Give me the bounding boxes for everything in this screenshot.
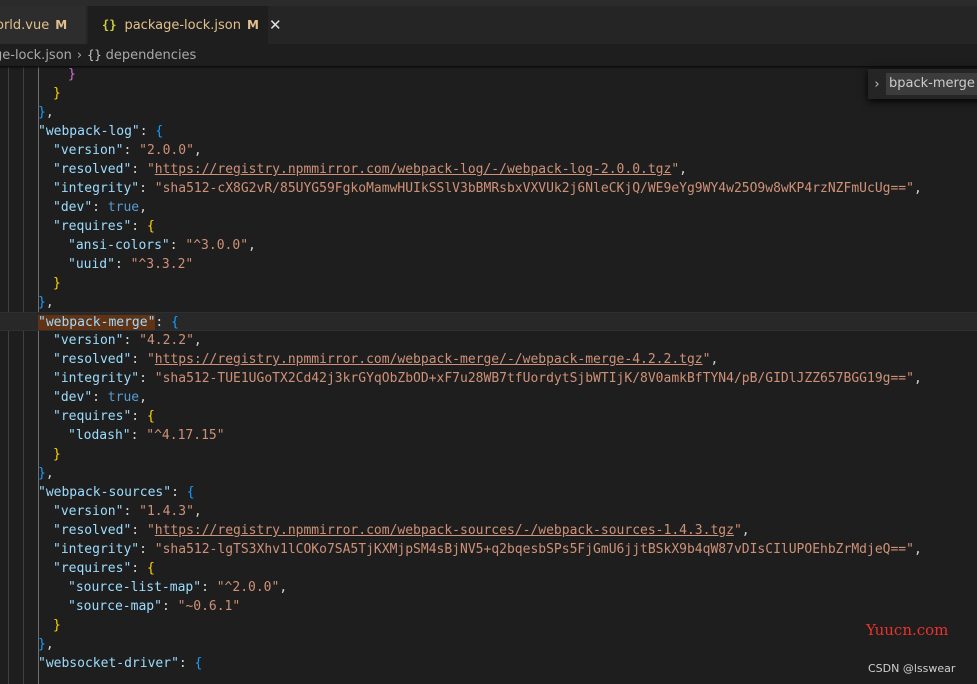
code-line: } <box>53 276 61 291</box>
object-icon: {} <box>87 48 102 62</box>
code-line: }, <box>38 466 54 481</box>
scroll-shadow <box>0 66 977 69</box>
code-line: "requires": { <box>53 561 155 576</box>
code-line: "webpack-sources": { <box>38 485 195 500</box>
find-match: "webpack-merge" <box>38 315 156 330</box>
credit-text: CSDN @lsswear <box>868 662 956 675</box>
code-line: } <box>53 86 61 101</box>
code-line: "source-map": "~0.6.1" <box>68 599 241 614</box>
chevron-right-icon: › <box>76 47 83 63</box>
code-line: "websocket-driver": { <box>38 656 203 671</box>
code-line: "resolved": "https://registry.npmmirror.… <box>53 352 719 367</box>
code-line: "version": "1.4.3", <box>53 504 202 519</box>
code-line: "integrity": "sha512-cX8G2vR/85UYG59Fgko… <box>53 181 922 196</box>
code-line: "version": "2.0.0", <box>53 143 202 158</box>
code-line-current: "webpack-merge": { <box>0 312 977 331</box>
code-line: "integrity": "sha512-TUE1UGoTX2Cd42j3krG… <box>53 371 922 386</box>
code-line: } <box>53 447 61 462</box>
find-widget: › bpack-merge A <box>868 69 977 99</box>
code-line: "uuid": "^3.3.2" <box>68 257 194 272</box>
tab-bar: orld.vue M {} package-lock.json M ✕ <box>0 0 977 44</box>
code-line: "requires": { <box>53 219 155 234</box>
code-line: "resolved": "https://registry.npmmirror.… <box>53 523 750 538</box>
chevron-right-icon[interactable]: › <box>868 77 886 92</box>
close-icon[interactable]: ✕ <box>269 16 282 34</box>
tab-helloworld-vue[interactable]: orld.vue M <box>0 6 86 44</box>
code-line: "integrity": "sha512-lgTS3Xhv1lCOKo7SA5T… <box>53 542 922 557</box>
code-line: "dev": true, <box>53 200 147 215</box>
tab-filename: orld.vue <box>0 17 50 33</box>
breadcrumb: ge-lock.json › {} dependencies <box>0 44 977 66</box>
resolved-link[interactable]: https://registry.npmmirror.com/webpack-s… <box>155 523 734 538</box>
resolved-link[interactable]: https://registry.npmmirror.com/webpack-m… <box>155 352 703 367</box>
tab-filename: package-lock.json <box>124 17 241 33</box>
code-line: "requires": { <box>53 409 155 424</box>
tab-package-lock-json[interactable]: {} package-lock.json M ✕ <box>88 6 282 44</box>
code-line: "ansi-colors": "^3.0.0", <box>68 238 256 253</box>
code-line: }, <box>38 295 54 310</box>
modified-badge: M <box>55 18 68 32</box>
breadcrumb-symbol[interactable]: dependencies <box>106 48 197 63</box>
code-line: }, <box>38 637 54 652</box>
resolved-link[interactable]: https://registry.npmmirror.com/webpack-l… <box>155 162 672 177</box>
code-line: "lodash": "^4.17.15" <box>68 428 225 443</box>
code-line: } <box>53 618 61 633</box>
find-input[interactable]: bpack-merge A <box>886 73 977 95</box>
code-line: "resolved": "https://registry.npmmirror.… <box>53 162 687 177</box>
modified-badge: M <box>246 18 259 32</box>
code-editor[interactable]: } } }, "webpack-log": { "version": "2.0.… <box>0 66 977 684</box>
code-line: "dev": true, <box>53 390 147 405</box>
code-line: "source-list-map": "^2.0.0", <box>68 580 288 595</box>
watermark: Yuucn.com <box>866 621 949 639</box>
breadcrumb-file[interactable]: ge-lock.json <box>0 48 72 63</box>
code-line: "webpack-log": { <box>38 124 164 139</box>
code-line: "version": "4.2.2", <box>53 333 202 348</box>
code-line: }, <box>38 105 54 120</box>
json-file-icon: {} <box>102 18 117 32</box>
